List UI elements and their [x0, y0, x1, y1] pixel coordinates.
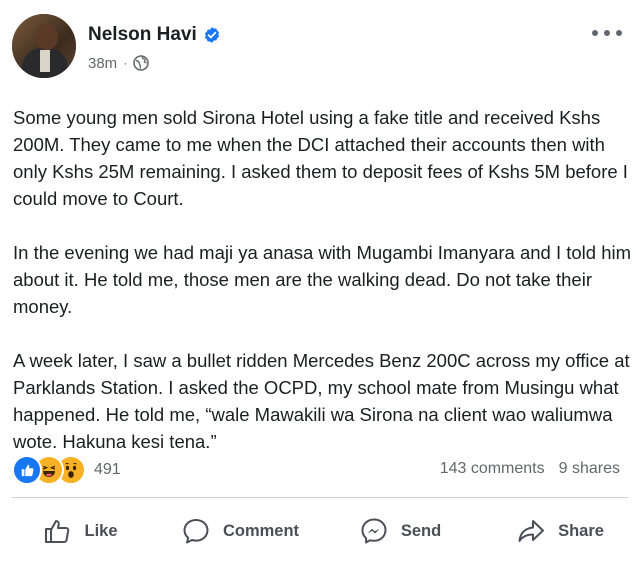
facebook-post: Nelson Havi 38m · Some young men sold Si…: [0, 0, 640, 566]
dot-3: [616, 30, 622, 36]
dot-2: [604, 30, 610, 36]
like-label: Like: [84, 521, 118, 540]
engagement-stats: 143 comments 9 shares: [440, 460, 620, 478]
divider: [12, 497, 628, 498]
post-header: Nelson Havi 38m ·: [0, 0, 640, 100]
share-arrow-icon: [518, 520, 545, 542]
dot-1: [592, 30, 598, 36]
like-button[interactable]: Like: [0, 507, 160, 555]
comment-button[interactable]: Comment: [160, 507, 320, 555]
post-timestamp[interactable]: 38m: [88, 55, 117, 72]
share-label: Share: [558, 521, 604, 540]
thumbs-up-icon: [45, 520, 70, 543]
send-button[interactable]: Send: [320, 507, 480, 555]
comment-bubble-icon: [183, 519, 209, 544]
author-avatar[interactable]: [12, 14, 76, 78]
globe-icon: [133, 55, 149, 71]
shares-count[interactable]: 9 shares: [559, 460, 620, 478]
post-text: Some young men sold Sirona Hotel using a…: [13, 104, 633, 482]
verified-badge-icon: [204, 27, 219, 43]
like-icon: [12, 455, 42, 485]
post-paragraph-1: Some young men sold Sirona Hotel using a…: [13, 107, 628, 209]
author-name-row: Nelson Havi: [88, 23, 221, 47]
comments-count[interactable]: 143 comments: [440, 460, 545, 478]
action-bar: Like Comment Send Share: [0, 506, 640, 556]
comment-label: Comment: [222, 521, 300, 540]
send-label: Send: [400, 521, 442, 540]
author-name[interactable]: Nelson Havi: [88, 24, 197, 46]
post-meta: 38m ·: [88, 53, 149, 73]
avatar-shirt: [40, 50, 50, 72]
reaction-summary[interactable]: 491: [12, 455, 121, 485]
post-paragraph-2: In the evening we had maji ya anasa with…: [13, 242, 632, 317]
more-options-icon[interactable]: [592, 26, 622, 40]
meta-separator: ·: [123, 56, 128, 70]
share-button[interactable]: Share: [480, 507, 640, 555]
messenger-icon: [361, 518, 387, 544]
reaction-count: 491: [94, 461, 121, 478]
avatar-head: [36, 24, 58, 50]
post-paragraph-3: A week later, I saw a bullet ridden Merc…: [13, 350, 630, 452]
